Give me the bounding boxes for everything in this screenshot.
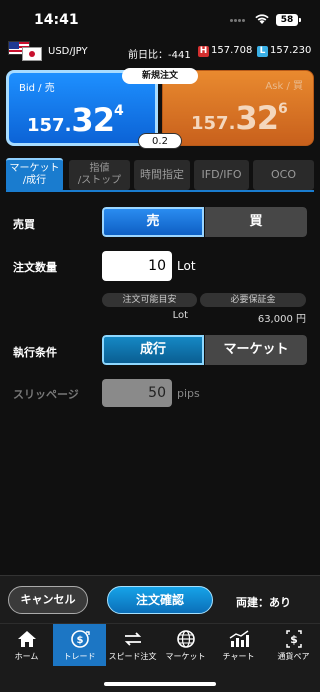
home-indicator[interactable] [104,682,216,686]
required-margin-label: 必要保証金 [200,293,306,307]
status-time: 14:41 [34,12,79,28]
tab-market-line2: /成行 [22,175,47,186]
action-bar: キャンセル 注文確認 両建：あり [0,575,320,623]
nav-market[interactable]: マーケット [159,624,212,666]
bid-price-head: 157. [27,115,72,136]
prev-day-label: 前日比： [128,50,168,61]
available-lot-label: 注文可能目安 [102,293,197,307]
ask-price-head: 157. [191,113,236,134]
tab-limit-line1: 指値 [89,163,110,174]
slippage-unit: pips [177,387,200,400]
side-toggle: 売 買 [102,207,307,237]
bid-price-pip: 4 [113,103,124,119]
sell-button[interactable]: 売 [102,207,204,237]
execution-label: 執行条件 [13,346,57,359]
svg-text:$: $ [76,635,83,646]
tab-time-label: 時間指定 [140,168,184,181]
wifi-icon [255,14,269,24]
pair-name: USD/JPY [48,46,88,57]
home-icon [17,631,36,647]
required-margin-value: 63,000 円 [257,314,306,325]
quantity-label: 注文数量 [13,261,57,274]
bid-price: 157.324 [27,101,124,139]
prev-day-value: -441 [168,50,191,61]
tab-market[interactable]: マーケット /成行 [6,158,63,192]
bid-label: Bid / 売 [19,83,55,94]
order-type-tabs: マーケット /成行 指値 /ストップ 時間指定 IFD/IFO OCO [6,158,314,192]
new-order-label: 新規注文 [122,68,198,84]
confirm-order-button[interactable]: 注文確認 [107,586,213,614]
market-button[interactable]: マーケット [205,335,307,365]
battery-icon: 58 [276,14,301,26]
signal-dots-icon [230,19,248,23]
market-order-button[interactable]: 成行 [102,335,204,365]
currency-pair-icon: $ [285,630,302,648]
globe-icon [176,630,195,648]
low-badge: L [257,46,268,57]
ask-price-pip: 6 [277,101,288,117]
nav-chart-label: チャート [222,652,255,661]
buy-button[interactable]: 買 [205,207,307,237]
nav-chart[interactable]: チャート [212,624,265,666]
quantity-unit: Lot [177,259,196,273]
usd-jpy-flags-icon [8,41,44,63]
cancel-button[interactable]: キャンセル [8,586,88,614]
low-price: L 157.230 [257,45,311,57]
nav-home[interactable]: ホーム [0,624,53,666]
currency-pair-row: USD/JPY 前日比：-441 H 157.708 L 157.230 [0,40,320,62]
svg-text:$: $ [290,633,298,646]
tab-market-line1: マーケット [9,163,60,174]
tab-time-specified[interactable]: 時間指定 [134,160,190,190]
tab-oco-label: OCO [271,168,296,181]
speed-order-icon [124,632,141,646]
trade-icon: $ [70,630,90,648]
hedge-status: 両建：あり [236,596,291,609]
slippage-label: スリッページ [13,388,79,401]
nav-speed-order[interactable]: スピード注文 [106,624,159,666]
spread-badge: 0.2 [138,133,182,149]
low-value: 157.230 [270,45,312,56]
chart-icon [229,630,249,647]
side-label: 売買 [13,218,35,231]
jp-flag-icon [22,47,42,61]
tab-underline [6,190,314,192]
nav-market-label: マーケット [165,652,206,661]
nav-speed-order-label: スピード注文 [108,652,157,661]
ask-price-big: 32 [235,99,279,137]
high-badge: H [198,46,209,57]
nav-trade-label: トレード [63,652,96,661]
tab-ifd-label: IFD/IFO [201,168,242,181]
status-bar: 14:41 58 [0,0,320,40]
nav-currency-pair-label: 通貨ペア [277,652,310,661]
available-lot-value: Lot [172,310,188,321]
tab-limit-stop[interactable]: 指値 /ストップ [69,160,130,190]
slippage-input[interactable]: 50 [102,379,172,407]
nav-currency-pair[interactable]: $ 通貨ペア [267,624,320,666]
nav-trade[interactable]: $ トレード [53,624,106,666]
ask-price: 157.326 [191,99,288,137]
tab-limit-line2: /ストップ [77,175,122,186]
nav-home-label: ホーム [14,652,39,661]
prev-day-change: 前日比：-441 [128,46,191,61]
tab-ifd-ifo[interactable]: IFD/IFO [194,160,249,190]
high-value: 157.708 [211,45,253,56]
bid-price-big: 32 [71,101,115,139]
tab-oco[interactable]: OCO [253,160,314,190]
high-price: H 157.708 [198,45,252,57]
quantity-input[interactable]: 10 [102,251,172,281]
execution-toggle: 成行 マーケット [102,335,307,365]
ask-label: Ask / 買 [265,81,303,92]
